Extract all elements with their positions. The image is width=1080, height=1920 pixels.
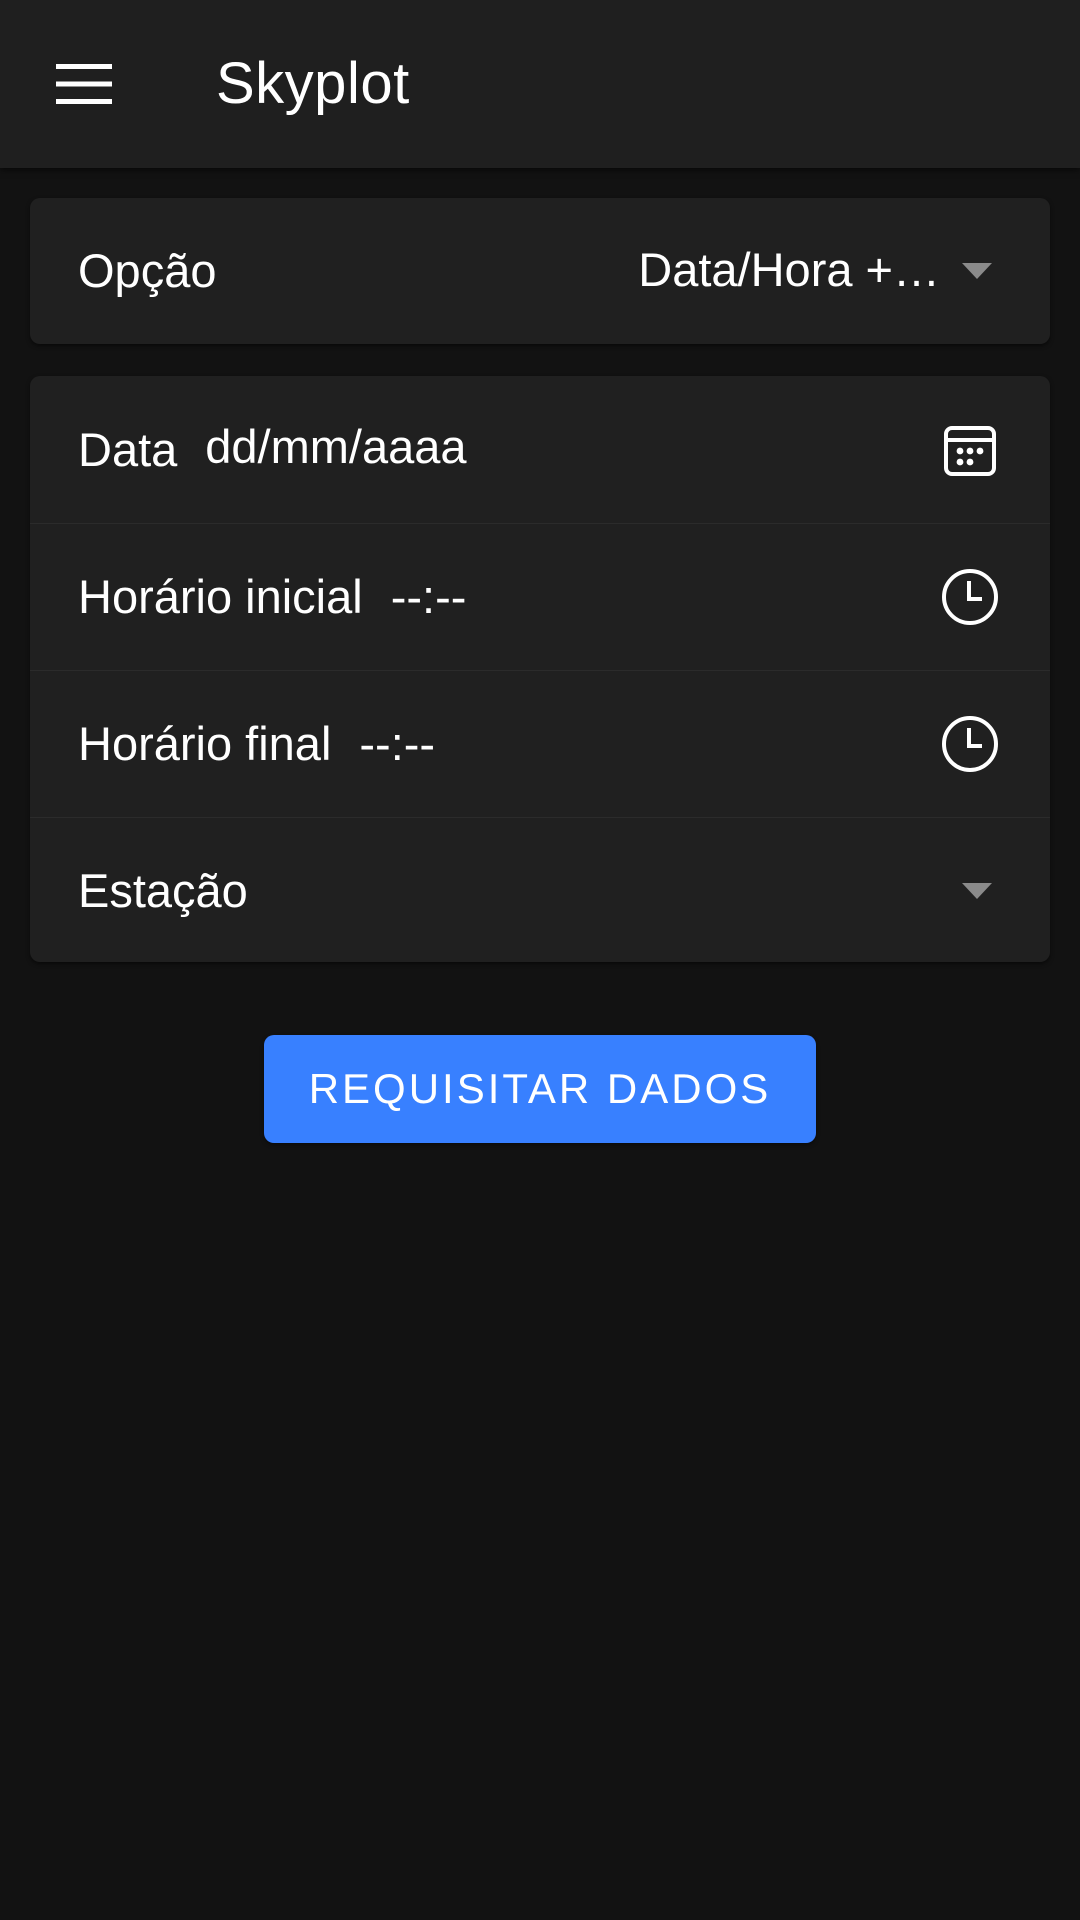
start-time-field[interactable]: Horário inicial --:--	[30, 523, 1050, 670]
form-card: Data dd/mm/aaaa Horário inicial --:-- Ho…	[30, 376, 1050, 962]
option-label: Opção	[78, 244, 217, 297]
menu-icon	[56, 64, 112, 104]
caret-down-icon	[962, 883, 992, 899]
start-time-input[interactable]: --:--	[391, 569, 467, 625]
clock-icon[interactable]	[940, 567, 1000, 627]
page-title: Skyplot	[216, 51, 410, 116]
start-time-label: Horário inicial	[78, 570, 363, 623]
caret-down-icon	[962, 263, 992, 279]
option-select[interactable]: Opção Data/Hora +…	[30, 198, 1050, 344]
calendar-icon[interactable]	[940, 420, 1000, 480]
end-time-label: Horário final	[78, 717, 332, 770]
station-select[interactable]: Estação	[30, 817, 1050, 964]
clock-icon[interactable]	[940, 714, 1000, 774]
end-time-field[interactable]: Horário final --:--	[30, 670, 1050, 817]
menu-button[interactable]	[40, 44, 128, 124]
date-input[interactable]: dd/mm/aaaa	[205, 419, 466, 475]
date-field[interactable]: Data dd/mm/aaaa	[30, 376, 1050, 523]
request-data-button[interactable]: REQUISITAR DADOS	[264, 1035, 816, 1143]
date-label: Data	[78, 422, 178, 476]
option-card: Opção Data/Hora +…	[30, 198, 1050, 344]
app-toolbar: Skyplot	[0, 0, 1080, 168]
end-time-input[interactable]: --:--	[359, 716, 435, 772]
option-selected-value: Data/Hora +…	[638, 243, 940, 296]
station-label: Estação	[78, 864, 248, 917]
